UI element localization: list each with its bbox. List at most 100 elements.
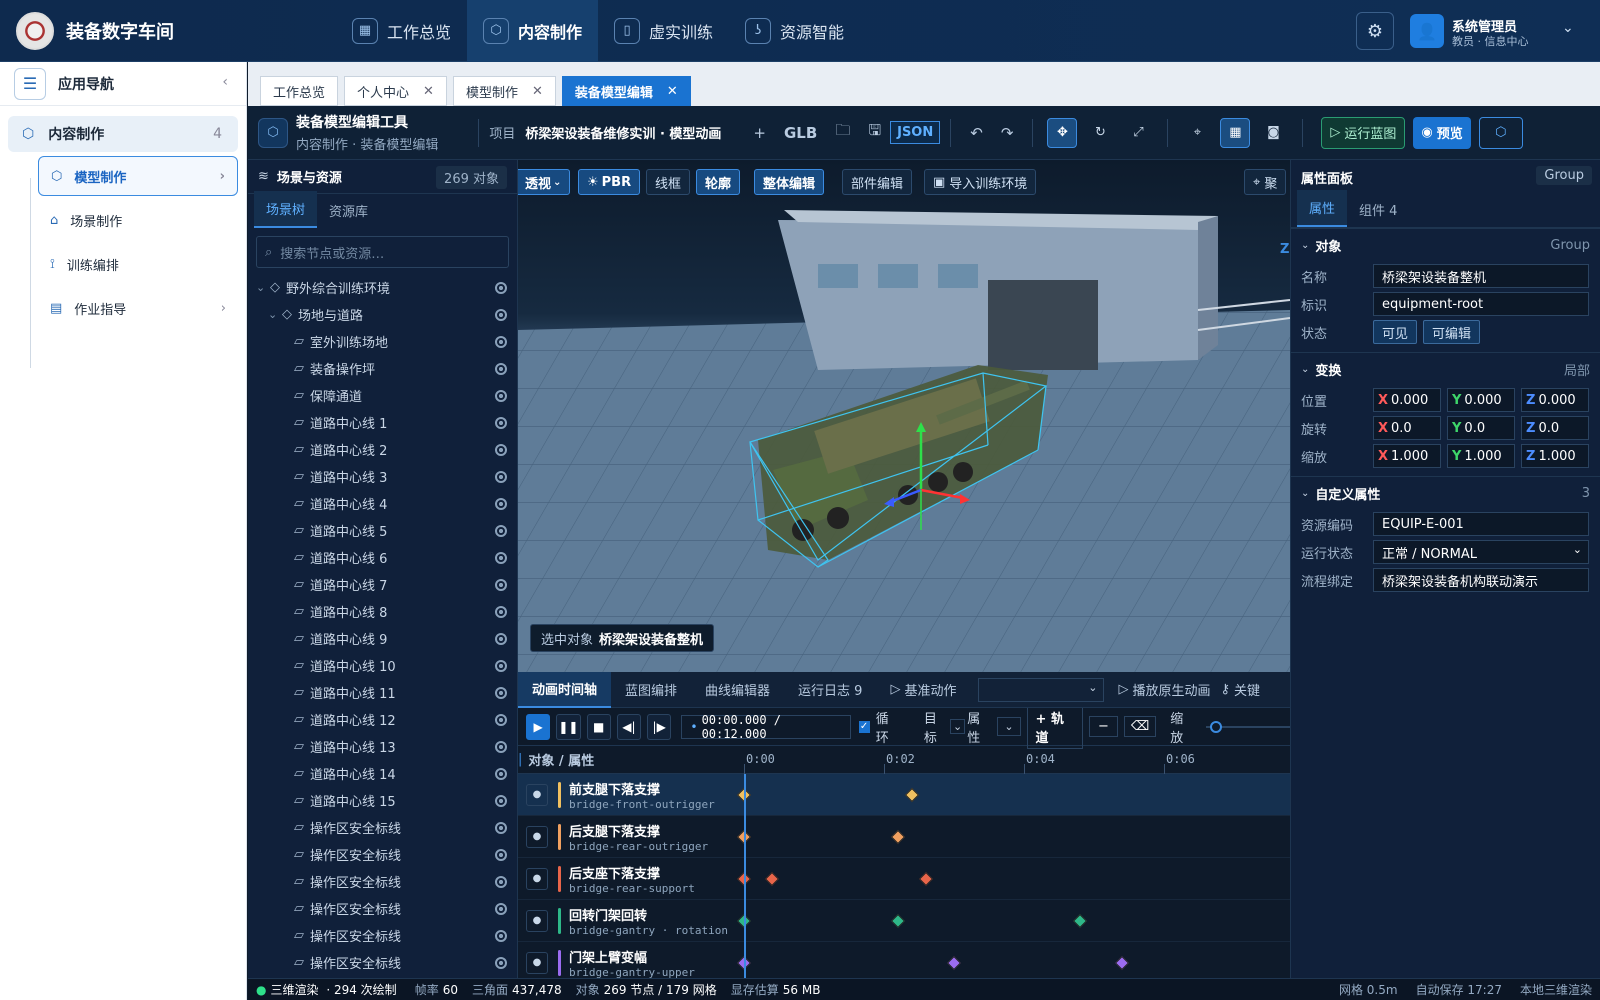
- time-ruler[interactable]: 0:00 0:02 0:04 0:06: [744, 746, 1290, 774]
- visibility-eye-icon[interactable]: [495, 875, 507, 888]
- expand-caret-icon[interactable]: ⌄: [256, 281, 270, 294]
- visibility-eye-icon[interactable]: [495, 767, 507, 780]
- track-row[interactable]: ● 后支腿下落支撑 bridge-rear-outrigger: [518, 816, 1290, 858]
- tree-node[interactable]: ▱ 道路中心线 10: [248, 652, 517, 679]
- main-tab-overview[interactable]: ▦ 工作总览: [336, 0, 467, 62]
- tree-node[interactable]: ▱ 道路中心线 8: [248, 598, 517, 625]
- visibility-eye-icon[interactable]: [495, 740, 507, 753]
- visibility-eye-icon[interactable]: [495, 443, 507, 456]
- tree-node[interactable]: ▱ 道路中心线 15: [248, 787, 517, 814]
- stop-button[interactable]: ■: [586, 713, 611, 740]
- visibility-eye-icon[interactable]: [495, 659, 507, 672]
- tree-node[interactable]: ▱ 操作区安全标线: [248, 949, 517, 976]
- visibility-eye-icon[interactable]: [495, 524, 507, 537]
- grid-toggle-icon[interactable]: ▦: [1220, 117, 1251, 148]
- tree-node[interactable]: ▱ 道路中心线 4: [248, 490, 517, 517]
- perspective-toggle[interactable]: 透视 ⌄: [518, 169, 571, 195]
- user-avatar[interactable]: 👤: [1410, 14, 1444, 48]
- visibility-eye-icon[interactable]: [495, 335, 507, 348]
- attr-select[interactable]: ⌄: [997, 717, 1021, 736]
- whole-edit-toggle[interactable]: 整体编辑: [754, 169, 825, 195]
- visibility-eye-icon[interactable]: [495, 605, 507, 618]
- close-icon[interactable]: ✕: [532, 84, 543, 99]
- visibility-eye-icon[interactable]: [495, 902, 507, 915]
- play-button[interactable]: ▶: [526, 713, 551, 740]
- tree-node[interactable]: ▱ 操作区安全标线: [248, 922, 517, 949]
- track-toggle-icon[interactable]: ●: [526, 825, 548, 848]
- keyframe-marker[interactable]: [1114, 955, 1130, 971]
- keyframe-marker[interactable]: [1072, 913, 1088, 929]
- play-native-anim-button[interactable]: ▷ 播放原生动画: [1112, 672, 1216, 708]
- keyframe-button[interactable]: ⚷ 关键: [1216, 672, 1264, 708]
- menu-toggle-button[interactable]: ☰: [14, 67, 46, 100]
- visibility-eye-icon[interactable]: [495, 632, 507, 645]
- custom-attributes-section[interactable]: ⌄ 自定义属性 3: [1291, 476, 1600, 510]
- tree-node[interactable]: ▱ 操作区安全标线: [248, 868, 517, 895]
- visibility-eye-icon[interactable]: [495, 578, 507, 591]
- close-icon[interactable]: ✕: [667, 84, 678, 99]
- tree-node[interactable]: ▱ 操作区安全标线: [248, 895, 517, 922]
- id-field[interactable]: equipment-root: [1373, 292, 1589, 316]
- tree-node[interactable]: ▱ 道路中心线 14: [248, 760, 517, 787]
- scene-search-input[interactable]: ⌕ 搜索节点或资源…: [256, 236, 509, 268]
- tree-node[interactable]: ▱ 道路中心线 11: [248, 679, 517, 706]
- visibility-eye-icon[interactable]: [495, 497, 507, 510]
- visible-toggle[interactable]: 可见: [1373, 320, 1418, 344]
- save-icon[interactable]: 🖫: [868, 120, 881, 145]
- position-z-field[interactable]: Z 0.000: [1521, 388, 1589, 412]
- user-menu-chevron-down-icon[interactable]: ⌄: [1562, 20, 1574, 36]
- tab-components[interactable]: 组件 4: [1347, 200, 1409, 227]
- rotate-tool-icon[interactable]: ↻: [1085, 118, 1115, 148]
- tab-resource-library[interactable]: 资源库: [317, 201, 380, 228]
- visibility-eye-icon[interactable]: [495, 362, 507, 375]
- visibility-eye-icon[interactable]: [495, 416, 507, 429]
- sidebar-group-content[interactable]: ⬡ 内容制作 4: [8, 116, 238, 152]
- zoom-slider[interactable]: [1206, 720, 1290, 733]
- settings-gear-icon[interactable]: ⚙: [1356, 12, 1394, 50]
- rotation-z-field[interactable]: Z 0.0: [1521, 416, 1589, 440]
- main-tab-content[interactable]: ⬡ 内容制作: [467, 0, 599, 62]
- keyframe-marker[interactable]: [946, 955, 962, 971]
- collapse-chevron-left-icon[interactable]: ‹: [222, 74, 228, 90]
- sidebar-item-scene[interactable]: ⌂ 场景制作: [38, 200, 238, 240]
- sidebar-item-guidance[interactable]: ▤ 作业指导 ›: [38, 288, 238, 328]
- tree-node[interactable]: ▱ 道路中心线 7: [248, 571, 517, 598]
- visibility-eye-icon[interactable]: [495, 794, 507, 807]
- rotation-x-field[interactable]: X 0.0: [1373, 416, 1441, 440]
- tree-node[interactable]: ▱ 道路中心线 5: [248, 517, 517, 544]
- visibility-eye-icon[interactable]: [495, 551, 507, 564]
- tree-node[interactable]: ▱ 室外训练场地: [248, 328, 517, 355]
- outline-toggle[interactable]: 轮廓: [696, 169, 741, 195]
- tab-run-log[interactable]: 运行日志 9: [784, 672, 876, 708]
- tab-animation-timeline[interactable]: 动画时间轴: [518, 671, 612, 708]
- remove-track-button[interactable]: −: [1089, 716, 1118, 737]
- glb-export-button[interactable]: GLB: [784, 124, 817, 142]
- tree-node[interactable]: ▱ 操作区安全标线: [248, 841, 517, 868]
- zoom-slider-handle[interactable]: [1210, 720, 1223, 733]
- add-icon[interactable]: +: [753, 124, 766, 142]
- undo-icon[interactable]: ↶: [970, 124, 983, 142]
- visibility-eye-icon[interactable]: [495, 848, 507, 861]
- position-x-field[interactable]: X 0.000: [1373, 388, 1441, 412]
- track-toggle-icon[interactable]: ●: [526, 783, 548, 806]
- flow-binding-field[interactable]: 桥梁架设装备机构联动演示: [1373, 568, 1589, 592]
- run-blueprint-button[interactable]: ▷ 运行蓝图: [1321, 116, 1406, 149]
- tab-curve-editor[interactable]: 曲线编辑器: [691, 672, 784, 708]
- tree-node[interactable]: ▱ 装备操作坪: [248, 355, 517, 382]
- part-edit-toggle[interactable]: 部件编辑: [842, 169, 913, 195]
- visibility-eye-icon[interactable]: [495, 929, 507, 942]
- wireframe-toggle[interactable]: 线框: [646, 169, 691, 195]
- loop-checkbox[interactable]: ✓: [858, 720, 870, 733]
- tree-node[interactable]: ▱ 道路中心线 12: [248, 706, 517, 733]
- track-toggle-icon[interactable]: ●: [526, 867, 548, 890]
- tree-node[interactable]: ▱ 道路中心线 9: [248, 625, 517, 652]
- import-training-env-button[interactable]: ▣ 导入训练环境: [924, 169, 1037, 195]
- folder-icon[interactable]: 🗀: [835, 120, 850, 145]
- main-tab-training[interactable]: ▯ 虚实训练: [598, 0, 729, 62]
- page-tab-model[interactable]: 模型制作 ✕: [452, 76, 556, 106]
- tab-blueprint[interactable]: 蓝图编排: [611, 672, 691, 708]
- scale-z-field[interactable]: Z 1.000: [1521, 444, 1589, 468]
- visibility-eye-icon[interactable]: [495, 470, 507, 483]
- redo-icon[interactable]: ↷: [1001, 124, 1014, 142]
- camera-icon[interactable]: ◙: [1258, 118, 1288, 148]
